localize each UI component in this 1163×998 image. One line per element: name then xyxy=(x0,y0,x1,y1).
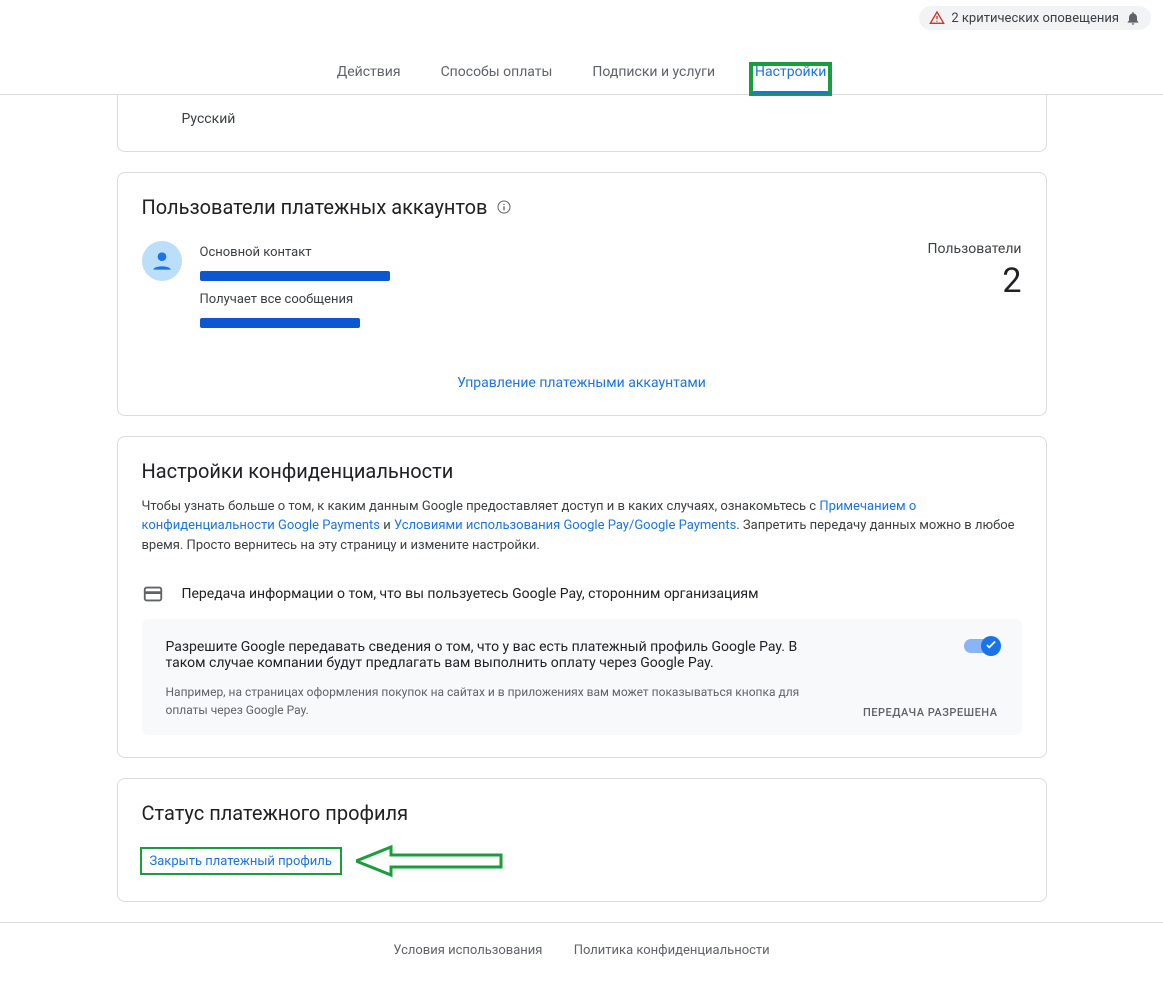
share-panel-main-text: Разрешите Google передавать сведения о т… xyxy=(166,639,839,671)
close-payment-profile-link[interactable]: Закрыть платежный профиль xyxy=(150,854,332,869)
manage-payment-accounts-link[interactable]: Управление платежными аккаунтами xyxy=(118,357,1046,415)
primary-contact-block: Основной контакт Получает все сообщения xyxy=(200,241,910,335)
language-card: Русский xyxy=(117,95,1047,152)
share-toggle[interactable] xyxy=(964,639,998,653)
tab-actions[interactable]: Действия xyxy=(333,64,405,94)
avatar xyxy=(142,241,182,281)
users-section-title: Пользователи платежных аккаунтов xyxy=(142,195,488,219)
privacy-title: Настройки конфиденциальности xyxy=(142,459,454,483)
info-icon[interactable] xyxy=(496,199,512,215)
share-panel: Разрешите Google передавать сведения о т… xyxy=(142,619,1022,735)
annotation-arrow-icon xyxy=(356,843,506,879)
profile-status-title: Статус платежного профиля xyxy=(142,801,409,825)
page-footer: Условия использования Политика конфиденц… xyxy=(0,922,1163,998)
share-row-title: Передача информации о том, что вы пользу… xyxy=(182,586,759,602)
check-icon xyxy=(984,638,998,652)
users-count-label: Пользователи xyxy=(928,241,1022,257)
terms-of-use-link[interactable]: Условиями использования Google Pay/Googl… xyxy=(394,518,736,533)
tab-payment-methods[interactable]: Способы оплаты xyxy=(437,64,557,94)
tab-settings[interactable]: Настройки xyxy=(751,64,830,94)
share-status-label: ПЕРЕДАЧА РАЗРЕШЕНА xyxy=(863,706,998,719)
footer-privacy-link[interactable]: Политика конфиденциальности xyxy=(574,943,770,958)
card-icon xyxy=(142,583,164,605)
footer-terms-link[interactable]: Условия использования xyxy=(393,943,542,958)
alert-triangle-icon xyxy=(929,10,945,26)
primary-contact-label: Основной контакт xyxy=(200,241,910,264)
critical-alerts-badge[interactable]: 2 критических оповещения xyxy=(919,6,1151,30)
privacy-card: Настройки конфиденциальности Чтобы узнат… xyxy=(117,436,1047,759)
bell-icon xyxy=(1125,10,1141,26)
users-count: 2 xyxy=(928,261,1022,301)
tab-subscriptions[interactable]: Подписки и услуги xyxy=(588,64,719,94)
payment-users-card: Пользователи платежных аккаунтов Основно… xyxy=(117,172,1047,416)
receives-all-label: Получает все сообщения xyxy=(200,288,910,311)
privacy-description: Чтобы узнать больше о том, к каким данны… xyxy=(142,497,1022,556)
alert-text: 2 критических оповещения xyxy=(951,11,1119,26)
tabs-nav: Действия Способы оплаты Подписки и услуг… xyxy=(0,36,1163,95)
profile-status-card: Статус платежного профиля Закрыть платеж… xyxy=(117,778,1047,902)
language-value[interactable]: Русский xyxy=(118,95,1046,151)
share-panel-sub-text: Например, на страницах оформления покупо… xyxy=(166,683,839,719)
